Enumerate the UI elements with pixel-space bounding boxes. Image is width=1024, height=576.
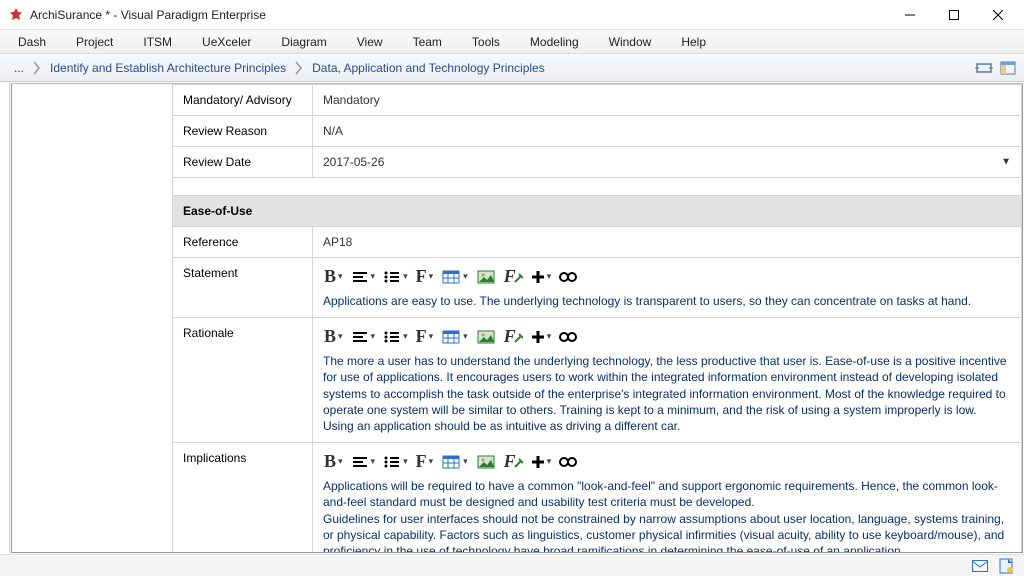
statusbar [0,554,1024,576]
value-review-reason[interactable]: N/A [313,116,1022,147]
rte-font-button[interactable]: F▾ [415,326,435,347]
menu-project[interactable]: Project [64,33,125,51]
window-title: ArchiSurance * - Visual Paradigm Enterpr… [30,8,888,22]
note-icon[interactable] [998,558,1014,574]
rte-font-button[interactable]: F▾ [415,451,435,472]
value-rationale[interactable]: B▾ ▾ ▾ F▾ ▾ F ▾ The more a user has to u… [313,318,1022,443]
menu-window[interactable]: Window [597,33,664,51]
rte-image-button[interactable] [475,268,497,286]
row-review-reason: Review Reason N/A [173,116,1022,147]
rte-font-button[interactable]: F▾ [415,266,435,287]
row-statement: Statement B▾ ▾ ▾ F▾ ▾ F ▾ Applications a… [173,258,1022,318]
app-icon [8,7,24,23]
row-reference: Reference AP18 [173,227,1022,258]
rte-list-button[interactable]: ▾ [382,330,409,344]
menu-itsm[interactable]: ITSM [131,33,184,51]
rte-clear-format-button[interactable]: F [503,326,524,347]
implications-text-1[interactable]: Applications will be required to have a … [323,478,1011,510]
value-review-date[interactable]: 2017-05-26 ▼ [313,147,1022,178]
breadcrumb-ellipsis[interactable]: ... [6,57,32,79]
value-mandatory[interactable]: Mandatory [313,85,1022,116]
rte-align-button[interactable]: ▾ [350,455,377,469]
rte-list-button[interactable]: ▾ [382,270,409,284]
rte-table-button[interactable]: ▾ [440,453,469,471]
window-controls [888,0,1020,30]
dropdown-arrow-icon[interactable]: ▼ [1001,157,1011,168]
row-review-date: Review Date 2017-05-26 ▼ [173,147,1022,178]
menu-team[interactable]: Team [401,33,454,51]
menu-tools[interactable]: Tools [460,33,512,51]
left-gutter [0,82,10,554]
review-date-text: 2017-05-26 [323,155,384,169]
mail-icon[interactable] [972,558,988,574]
form-table: Mandatory/ Advisory Mandatory Review Rea… [172,84,1022,553]
toolbar-panel-icon[interactable] [998,58,1018,78]
rte-table-button[interactable]: ▾ [440,268,469,286]
breadcrumb-item-1[interactable]: Identify and Establish Architecture Prin… [42,57,294,79]
label-rationale: Rationale [173,318,313,443]
menu-dash[interactable]: Dash [6,33,58,51]
row-rationale: Rationale B▾ ▾ ▾ F▾ ▾ F ▾ The more a use… [173,318,1022,443]
menu-diagram[interactable]: Diagram [269,33,338,51]
rte-image-button[interactable] [475,453,497,471]
rte-find-button[interactable] [558,455,578,469]
section-title: Ease-of-Use [173,196,1022,227]
rte-toolbar-statement: B▾ ▾ ▾ F▾ ▾ F ▾ [323,266,1011,287]
value-reference[interactable]: AP18 [313,227,1022,258]
rte-find-button[interactable] [558,270,578,284]
rte-bold-button[interactable]: B▾ [323,326,344,347]
rte-insert-button[interactable]: ▾ [530,455,553,469]
rationale-text-2[interactable]: Using an application should be as intuit… [323,418,1011,434]
label-review-date: Review Date [173,147,313,178]
breadcrumb-bar: ... Identify and Establish Architecture … [0,54,1024,82]
value-statement[interactable]: B▾ ▾ ▾ F▾ ▾ F ▾ Applications are easy to… [313,258,1022,318]
rte-find-button[interactable] [558,330,578,344]
chevron-right-icon [294,61,304,75]
menubar: Dash Project ITSM UeXceler Diagram View … [0,30,1024,54]
rte-toolbar-implications: B▾ ▾ ▾ F▾ ▾ F ▾ [323,451,1011,472]
content-pane[interactable]: Mandatory/ Advisory Mandatory Review Rea… [11,83,1023,553]
row-mandatory: Mandatory/ Advisory Mandatory [173,85,1022,116]
rte-clear-format-button[interactable]: F [503,451,524,472]
breadcrumb-item-2[interactable]: Data, Application and Technology Princip… [304,57,553,79]
rationale-text-1[interactable]: The more a user has to understand the un… [323,353,1011,418]
rte-table-button[interactable]: ▾ [440,328,469,346]
minimize-button[interactable] [888,0,932,30]
statement-text[interactable]: Applications are easy to use. The underl… [323,293,1011,309]
menu-uexceler[interactable]: UeXceler [190,33,263,51]
maximize-button[interactable] [932,0,976,30]
chevron-right-icon [32,61,42,75]
rte-clear-format-button[interactable]: F [503,266,524,287]
label-implications: Implications [173,443,313,553]
rte-bold-button[interactable]: B▾ [323,266,344,287]
window-titlebar: ArchiSurance * - Visual Paradigm Enterpr… [0,0,1024,30]
menu-view[interactable]: View [345,33,395,51]
workspace: Mandatory/ Advisory Mandatory Review Rea… [0,82,1024,554]
implications-text-2[interactable]: Guidelines for user interfaces should no… [323,511,1011,554]
rte-align-button[interactable]: ▾ [350,330,377,344]
rte-align-button[interactable]: ▾ [350,270,377,284]
label-mandatory: Mandatory/ Advisory [173,85,313,116]
toolbar-fit-icon[interactable] [974,58,994,78]
menu-help[interactable]: Help [669,33,718,51]
row-implications: Implications B▾ ▾ ▾ F▾ ▾ F ▾ Application… [173,443,1022,553]
section-header: Ease-of-Use [173,196,1022,227]
label-statement: Statement [173,258,313,318]
rte-bold-button[interactable]: B▾ [323,451,344,472]
rte-toolbar-rationale: B▾ ▾ ▾ F▾ ▾ F ▾ [323,326,1011,347]
label-review-reason: Review Reason [173,116,313,147]
rte-image-button[interactable] [475,328,497,346]
label-reference: Reference [173,227,313,258]
rte-list-button[interactable]: ▾ [382,455,409,469]
menu-modeling[interactable]: Modeling [518,33,591,51]
value-implications[interactable]: B▾ ▾ ▾ F▾ ▾ F ▾ Applications will be req… [313,443,1022,553]
rte-insert-button[interactable]: ▾ [530,270,553,284]
close-button[interactable] [976,0,1020,30]
rte-insert-button[interactable]: ▾ [530,330,553,344]
